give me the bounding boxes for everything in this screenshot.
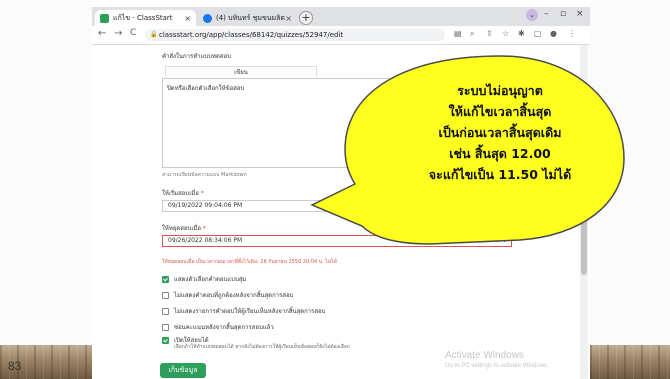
callout-line: ระบบไม่อนุญาต: [457, 83, 543, 98]
tab-title: แก้ไข - ClassStart: [113, 13, 173, 22]
callout-line: จะแก้ไขเป็น 11.50 ไม่ได้: [428, 167, 572, 182]
maximize-button[interactable]: ▫: [560, 9, 566, 19]
slide-number: 83: [8, 359, 22, 373]
close-window-button[interactable]: ×: [576, 9, 584, 19]
start-time-label: ให้เริ่มสอบเมื่อ *: [162, 190, 204, 197]
zoom-icon[interactable]: ⌕: [470, 29, 474, 39]
option-label: ไม่แสดงรายการคำตอบให้ผู้เรียนเห็นหลังจาก…: [174, 308, 326, 315]
reload-button[interactable]: C: [130, 28, 136, 38]
end-time-error: ให้หยุดสอบเมื่อ เป็นเวลาก่อนเวลาที่ตั้งไ…: [162, 259, 337, 265]
calendar-icon[interactable]: ▭: [483, 236, 489, 246]
callout-text: ระบบไม่อนุญาต ให้แก้ไขเวลาสิ้นสุด เป็นก่…: [395, 80, 605, 185]
option-hide-answer-list[interactable]: ไม่แสดงรายการคำตอบให้ผู้เรียนเห็นหลังจาก…: [162, 306, 325, 316]
minimize-button[interactable]: –: [544, 9, 549, 19]
callout-line: ให้แก้ไขเวลาสิ้นสุด: [448, 104, 552, 119]
translate-icon[interactable]: ▤: [454, 29, 462, 38]
menu-kebab-icon[interactable]: ⋮: [568, 29, 576, 38]
forward-button[interactable]: →: [114, 28, 122, 39]
lock-icon: 🔒: [150, 31, 158, 38]
tab-classstart[interactable]: แก้ไข - ClassStart ×: [95, 10, 196, 26]
slide-left-margin: [0, 0, 92, 379]
checkbox-checked-icon[interactable]: [162, 275, 169, 283]
activate-windows-subtitle: Go to PC settings to activate Windows.: [445, 363, 549, 369]
tab-write[interactable]: เขียน: [165, 66, 317, 77]
instructions-label: คำสั่งในการทำแบบทดสอบ: [162, 53, 231, 60]
option-hide-correct-answers[interactable]: ไม่แสดงคำตอบที่ถูกต้องหลังจากสิ้นสุดการส…: [162, 290, 293, 300]
facebook-favicon-icon: [203, 13, 212, 23]
editor-text: ปิดหรือเลือกตัวเลือกให้ข้อสอบ: [167, 85, 245, 92]
profile-avatar-icon[interactable]: ●: [550, 29, 557, 38]
close-tab-icon[interactable]: ×: [184, 14, 191, 23]
checkbox-icon[interactable]: [162, 307, 169, 315]
close-tab-icon[interactable]: ×: [285, 14, 292, 23]
navigation-bar: ← → C 🔒 classstart.org/app/classes/68142…: [92, 26, 590, 45]
back-button[interactable]: ←: [98, 28, 106, 39]
address-bar[interactable]: 🔒 classstart.org/app/classes/68142/quizz…: [145, 29, 445, 41]
start-time-field[interactable]: 09/19/2022 09:04:06 PM: [162, 200, 512, 212]
browser-window: แก้ไข - ClassStart × (4) บทินทร์ ชุมขนมล…: [92, 7, 590, 379]
option-label: แสดงตัวเลือกคำตอบแบบสุ่ม: [174, 276, 247, 283]
end-time-field[interactable]: 09/26/2022 08:34:06 PM ▭ ⊕ ⌄: [162, 235, 512, 247]
checkbox-icon[interactable]: [162, 291, 169, 299]
option-label: ไม่แสดงคำตอบที่ถูกต้องหลังจากสิ้นสุดการส…: [174, 292, 294, 299]
markdown-hint: สามารถเขียนข้อความแบบ Markdown: [162, 172, 247, 178]
activate-windows-title: Activate Windows: [445, 350, 524, 361]
option-hide-score[interactable]: ซ่อนคะแนนหลังจากสิ้นสุดการสอบแล้ว: [162, 322, 274, 332]
tab-title: (4) บทินทร์ ชุมขนมลิต | Facebook: [216, 13, 285, 22]
checkbox-icon[interactable]: [162, 323, 169, 331]
checkbox-checked-icon[interactable]: [162, 336, 169, 344]
open-quiz-hint: เลือกถ้าให้ทำแบบทดสอบได้ หากยังไม่ต้องกา…: [174, 344, 350, 350]
callout-line: เป็นก่อนเวลาสิ้นสุดเดิม: [438, 125, 562, 140]
new-tab-button[interactable]: +: [299, 11, 313, 25]
sidepanel-icon[interactable]: ▢: [534, 29, 542, 38]
option-shuffle-choices[interactable]: แสดงตัวเลือกคำตอบแบบสุ่ม: [162, 274, 246, 284]
classstart-favicon-icon: [100, 13, 109, 23]
end-time-label: ให้หยุดสอบเมื่อ *: [162, 225, 206, 232]
profile-chevron-icon[interactable]: ⌄: [526, 9, 538, 21]
tab-facebook[interactable]: (4) บทินทร์ ชุมขนมลิต | Facebook ×: [198, 10, 297, 26]
end-time-value: 09/26/2022 08:34:06 PM: [168, 237, 243, 244]
save-button[interactable]: เก็บข้อมูล: [160, 363, 206, 378]
extensions-icon[interactable]: ✱: [518, 29, 525, 38]
wood-floor-right: [590, 345, 670, 379]
bookmark-star-icon[interactable]: ☆: [502, 29, 509, 38]
share-icon[interactable]: ⇪: [486, 29, 493, 38]
timezone-icon[interactable]: ⊕ ⌄: [495, 236, 507, 246]
slide-right-margin: [590, 0, 670, 379]
url-text: classstart.org/app/classes/68142/quizzes…: [159, 31, 344, 39]
option-label: ซ่อนคะแนนหลังจากสิ้นสุดการสอบแล้ว: [174, 324, 274, 331]
callout-line: เช่น สิ้นสุด 12.00: [449, 146, 551, 161]
tab-bar: แก้ไข - ClassStart × (4) บทินทร์ ชุมขนมล…: [92, 7, 590, 26]
